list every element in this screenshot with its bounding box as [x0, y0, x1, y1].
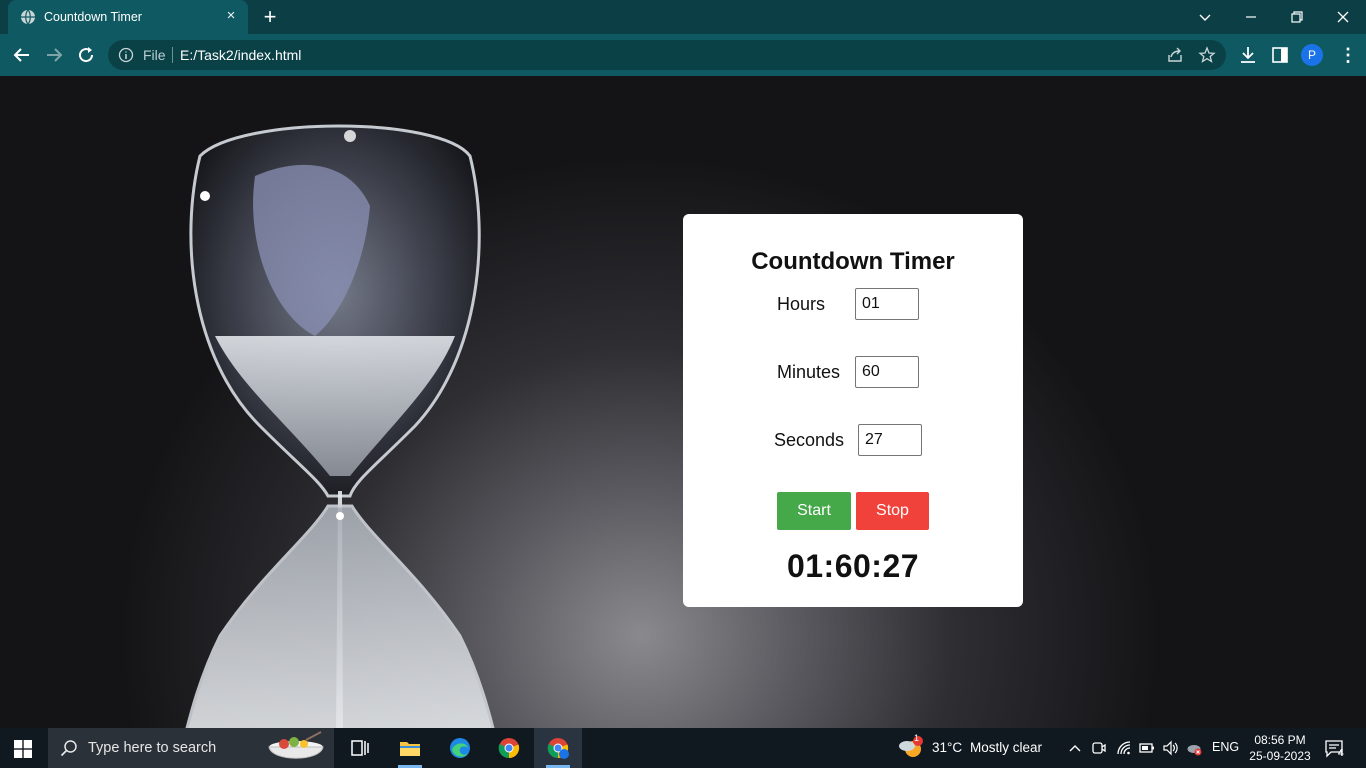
countdown-display: 01:60:27	[786, 548, 920, 584]
hourglass-background-image	[185, 124, 495, 728]
weather-badge: 1	[914, 733, 920, 743]
new-tab-button[interactable]: +	[258, 5, 282, 29]
language-indicator[interactable]: ENG	[1212, 740, 1239, 754]
page-viewport: Countdown Timer Hours Minutes Seconds St…	[0, 76, 1366, 728]
chrome-profile-button[interactable]	[534, 728, 582, 768]
globe-icon	[21, 9, 35, 25]
chevron-up-icon[interactable]	[1067, 740, 1083, 756]
seconds-input[interactable]	[858, 424, 922, 456]
seconds-label: Seconds	[774, 430, 845, 450]
download-icon[interactable]	[1238, 45, 1258, 65]
weather-icon[interactable]	[898, 736, 924, 760]
bookmark-star-icon[interactable]	[1198, 46, 1216, 64]
reload-button[interactable]	[73, 42, 99, 68]
page-title: Countdown Timer	[751, 248, 955, 275]
close-window-button[interactable]	[1320, 0, 1366, 34]
browser-tab[interactable]: Countdown Timer ×	[8, 0, 248, 34]
tab-title: Countdown Timer	[44, 10, 142, 24]
wifi-icon[interactable]	[1116, 740, 1132, 756]
clock-date: 25-09-2023	[1249, 749, 1311, 763]
countdown-card: Countdown Timer Hours Minutes Seconds St…	[683, 214, 1023, 607]
hours-label: Hours	[777, 294, 826, 314]
file-explorer-button[interactable]	[386, 728, 434, 768]
share-icon[interactable]	[1166, 46, 1184, 64]
menu-kebab-icon[interactable]: ⋮	[1338, 43, 1358, 67]
browser-toolbar: File E:/Task2/index.html P ⋮	[0, 34, 1366, 76]
task-view-button[interactable]	[336, 728, 384, 768]
url-text[interactable]: E:/Task2/index.html	[180, 47, 301, 63]
task-view-icon	[351, 740, 369, 756]
windows-start-icon[interactable]	[14, 740, 32, 758]
folder-icon	[400, 742, 420, 756]
restore-button[interactable]	[1274, 0, 1320, 34]
stop-button[interactable]: Stop	[856, 492, 929, 530]
notifications-count: 4	[1338, 748, 1344, 759]
minutes-input[interactable]	[855, 356, 919, 388]
taskbar-clock[interactable]: 08:56 PM 25-09-2023	[1244, 732, 1316, 764]
edge-button[interactable]	[436, 728, 484, 768]
forward-button[interactable]	[41, 42, 67, 68]
weather-temperature[interactable]: 31°C	[932, 740, 962, 755]
search-icon	[60, 740, 77, 757]
edge-icon	[450, 738, 470, 758]
address-separator	[172, 47, 173, 63]
profile-avatar[interactable]: P	[1301, 44, 1323, 66]
chrome-icon	[498, 738, 520, 759]
back-button[interactable]	[9, 42, 35, 68]
camera-icon[interactable]	[1091, 740, 1107, 756]
volume-icon[interactable]	[1162, 740, 1178, 756]
chrome-button[interactable]	[485, 728, 533, 768]
start-button[interactable]: Start	[777, 492, 851, 530]
side-panel-icon[interactable]	[1270, 45, 1290, 65]
minimize-button[interactable]	[1228, 0, 1274, 34]
address-bar[interactable]: File E:/Task2/index.html	[108, 40, 1226, 70]
minutes-label: Minutes	[777, 362, 841, 382]
info-icon[interactable]	[118, 47, 134, 63]
taskbar: Type here to search 1 31°C Mostly clear …	[0, 728, 1366, 768]
battery-icon[interactable]	[1139, 740, 1155, 756]
browser-tab-strip: Countdown Timer × +	[0, 0, 1366, 34]
hours-input[interactable]	[855, 288, 919, 320]
tab-close-icon[interactable]: ×	[222, 7, 240, 25]
tab-search-chevron-icon[interactable]	[1182, 0, 1228, 34]
url-scheme-label: File	[143, 47, 166, 63]
chrome-profile-icon	[547, 738, 569, 759]
weather-description[interactable]: Mostly clear	[970, 740, 1042, 755]
food-bowl-icon	[268, 731, 324, 759]
onedrive-icon[interactable]	[1186, 740, 1202, 756]
search-placeholder: Type here to search	[88, 740, 217, 756]
taskbar-search-box[interactable]: Type here to search	[48, 728, 334, 768]
clock-time: 08:56 PM	[1254, 733, 1306, 747]
